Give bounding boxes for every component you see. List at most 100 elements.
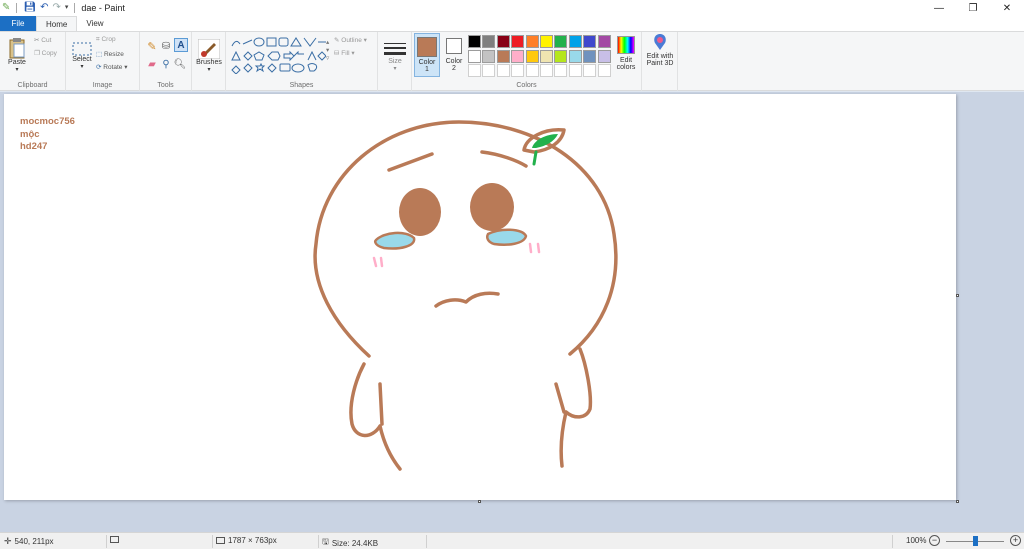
palette-custom-swatch[interactable] — [511, 64, 525, 77]
right-blush-mark — [528, 242, 533, 254]
scissors-icon: ✂ — [34, 37, 40, 44]
paste-button[interactable]: Paste ▾ — [4, 34, 30, 76]
color2-button[interactable]: Color 2 — [442, 33, 466, 77]
zoom-slider[interactable] — [946, 536, 1004, 546]
color-picker-icon[interactable]: ⚲ — [160, 58, 172, 70]
cursor-crosshair-icon: ✛ — [4, 536, 12, 546]
minimize-button[interactable]: — — [922, 0, 956, 16]
color2-number: 2 — [452, 65, 456, 72]
rotate-button[interactable]: ⟳ Rotate ▾ — [96, 63, 128, 71]
palette-color-swatch[interactable] — [511, 35, 525, 48]
palette-color-swatch[interactable] — [568, 49, 582, 63]
left-blush-mark — [372, 256, 378, 268]
palette-color-swatch[interactable] — [597, 49, 611, 63]
canvas-resize-handle-right[interactable] — [956, 294, 959, 297]
palette-color-swatch[interactable] — [525, 35, 539, 48]
resize-button[interactable]: ⬚ Resize — [96, 50, 124, 58]
drawing-canvas[interactable]: mocmoc756 mộc hd247 — [4, 94, 959, 503]
fill-label: Fill — [341, 50, 350, 57]
palette-color-swatch[interactable] — [496, 35, 510, 48]
palette-color-swatch[interactable] — [568, 35, 582, 48]
select-button[interactable]: Select ▾ — [70, 36, 94, 76]
shapes-scroll[interactable]: ▴ ▾ ▿ — [326, 38, 329, 62]
palette-color-swatch[interactable] — [583, 35, 597, 48]
palette-custom-swatch[interactable] — [496, 64, 510, 77]
magnifier-icon[interactable]: 🔍︎ — [174, 58, 187, 70]
chevron-down-icon: ▾ — [15, 67, 19, 73]
status-bar: ✛ 540, 211px 1787 × 763px 🖫︎ Size: 24.4K… — [0, 532, 1024, 549]
palette-color-swatch[interactable] — [525, 49, 539, 63]
fill-button[interactable]: ⛁ Fill ▾ — [334, 49, 355, 57]
brushes-button[interactable]: Brushes ▾ — [196, 35, 222, 77]
crop-icon: ⌗ — [96, 36, 100, 43]
paint3d-icon — [654, 34, 666, 50]
copy-button[interactable]: ❐ Copy — [34, 49, 57, 57]
color1-button[interactable]: Color 1 — [414, 33, 440, 77]
palette-color-swatch[interactable] — [597, 35, 611, 48]
palette-custom-swatch[interactable] — [554, 64, 568, 77]
close-button[interactable]: ✕ — [990, 0, 1024, 16]
tab-file[interactable]: File — [0, 16, 36, 31]
palette-custom-swatch[interactable] — [468, 64, 481, 77]
edit-with-paint3d-button[interactable]: Edit with Paint 3D — [644, 33, 676, 77]
divider — [212, 535, 213, 548]
palette-color-swatch[interactable] — [482, 49, 496, 63]
zoom-slider-thumb[interactable] — [972, 536, 978, 546]
canvas-resize-handle-bottom[interactable] — [478, 500, 481, 503]
window-title: dae - Paint — [81, 3, 125, 13]
palette-custom-swatch[interactable] — [540, 64, 553, 77]
palette-color-swatch[interactable] — [468, 49, 481, 63]
tab-home[interactable]: Home — [36, 16, 78, 31]
outline-button[interactable]: ✎ Outline ▾ — [334, 36, 367, 44]
palette-color-swatch[interactable] — [482, 35, 496, 48]
text-tool-icon[interactable]: A — [174, 38, 188, 52]
undo-icon[interactable]: ↶ — [40, 2, 48, 14]
size-button[interactable]: Size ▾ — [382, 36, 408, 78]
palette-color-swatch[interactable] — [540, 49, 553, 63]
selection-size — [110, 536, 122, 543]
fill-bucket-icon[interactable]: ⛁ — [160, 40, 172, 52]
crop-button[interactable]: ⌗ Crop — [96, 36, 116, 44]
palette-custom-swatch[interactable] — [568, 64, 582, 77]
palette-color-swatch[interactable] — [468, 35, 481, 48]
divider — [106, 535, 107, 548]
color2-swatch — [446, 38, 462, 54]
right-eyebrow — [480, 150, 528, 168]
pencil-icon[interactable]: ✎ — [146, 40, 158, 53]
color1-number: 1 — [425, 66, 429, 73]
zoom-out-button[interactable]: − — [929, 535, 940, 546]
redo-icon[interactable]: ↷ — [52, 2, 60, 14]
zoom-level-text: 100% — [906, 536, 927, 545]
palette-color-swatch[interactable] — [540, 35, 553, 48]
save-icon[interactable]: 💾︎ — [23, 2, 36, 14]
palette-custom-swatch[interactable] — [583, 64, 597, 77]
palette-color-swatch[interactable] — [554, 49, 568, 63]
color1-swatch — [417, 37, 437, 57]
clipboard-group: Paste ▾ ✂ Cut ❐ Copy Clipboard — [0, 32, 66, 91]
ribbon: Paste ▾ ✂ Cut ❐ Copy Clipboard Select ▾ … — [0, 31, 1024, 91]
palette-color-swatch[interactable] — [511, 49, 525, 63]
divider — [16, 3, 18, 13]
customize-quick-access-icon[interactable]: ▾ — [65, 2, 69, 14]
canvas-resize-handle-corner[interactable] — [956, 500, 959, 503]
disk-icon: 🖫︎ — [322, 537, 329, 546]
eraser-icon[interactable]: ▰ — [146, 58, 158, 70]
palette-color-swatch[interactable] — [583, 49, 597, 63]
cut-button[interactable]: ✂ Cut — [34, 36, 51, 44]
edit-colors-button[interactable]: Edit colors — [612, 33, 640, 77]
palette-custom-swatch[interactable] — [482, 64, 496, 77]
image-dimensions: 1787 × 763px — [216, 536, 277, 545]
select-label: Select — [72, 56, 92, 63]
palette-color-swatch[interactable] — [496, 49, 510, 63]
palette-custom-swatch[interactable] — [525, 64, 539, 77]
tab-view[interactable]: View — [77, 16, 112, 31]
shapes-group: ▴ ▾ ▿ ✎ Outline ▾ ⛁ Fill ▾ Shapes — [226, 32, 378, 91]
left-arm — [349, 362, 402, 471]
palette-custom-swatch[interactable] — [597, 64, 611, 77]
maximize-button[interactable]: ❐ — [956, 0, 990, 16]
rainbow-icon — [617, 36, 635, 54]
shapes-gallery[interactable] — [230, 36, 326, 74]
zoom-in-button[interactable]: + — [1010, 535, 1021, 546]
palette-color-swatch[interactable] — [554, 35, 568, 48]
paste-label: Paste — [8, 59, 26, 66]
